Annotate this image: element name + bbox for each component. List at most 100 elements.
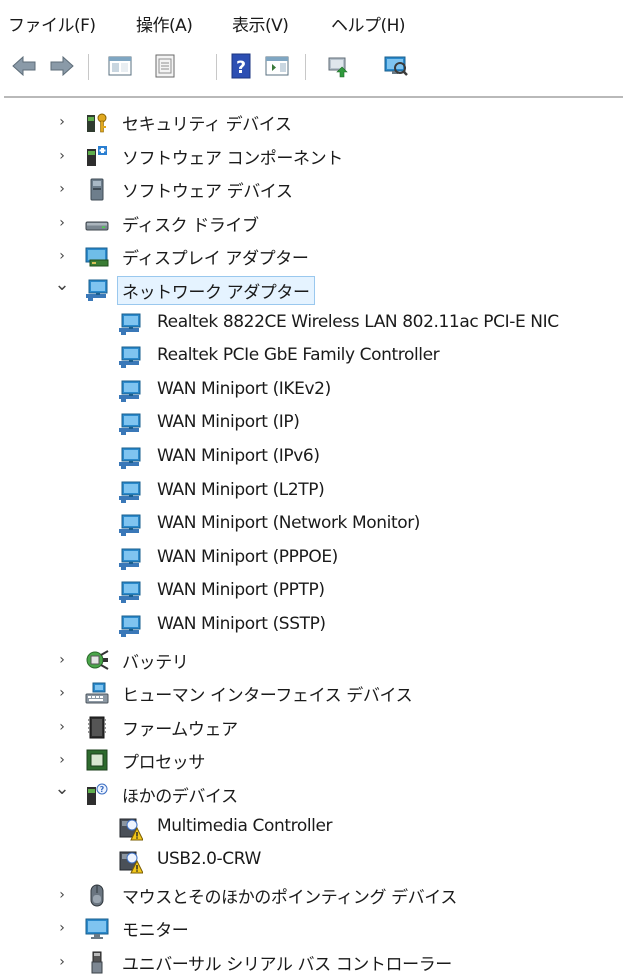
- chevron-right-icon[interactable]: ›: [54, 114, 70, 130]
- network-adapter-icon: [86, 279, 108, 301]
- tree-device[interactable]: USB2.0-CRW: [0, 844, 623, 877]
- chevron-right-icon[interactable]: ›: [54, 719, 70, 735]
- menu-file[interactable]: ファイル(F): [8, 11, 96, 36]
- chevron-right-icon[interactable]: ›: [54, 215, 70, 231]
- tree-device[interactable]: WAN Miniport (PPPOE): [0, 542, 623, 575]
- tree-device[interactable]: Realtek 8822CE Wireless LAN 802.11ac PCI…: [0, 307, 623, 340]
- network-adapter-icon: [119, 514, 141, 537]
- security-device-icon: [87, 113, 107, 133]
- menu-action[interactable]: 操作(A): [136, 11, 193, 36]
- show-action-pane-icon[interactable]: [263, 52, 291, 80]
- tree-device[interactable]: Multimedia Controller: [0, 811, 623, 844]
- tree-item-label: モニター: [122, 921, 189, 942]
- tree-item-label: WAN Miniport (IP): [157, 412, 300, 433]
- tree-category[interactable]: › マウスとそのほかのポインティング デバイス: [0, 878, 623, 911]
- tree-device[interactable]: WAN Miniport (L2TP): [0, 475, 623, 508]
- network-adapter-icon: [119, 615, 141, 637]
- chevron-down-icon[interactable]: ⌄: [54, 780, 70, 798]
- scan-hardware-icon[interactable]: [382, 52, 410, 80]
- chevron-right-icon[interactable]: ›: [54, 181, 70, 197]
- tree-item-label: ネットワーク アダプター: [117, 276, 315, 305]
- tree-category[interactable]: ⌄ ネットワーク アダプター: [0, 273, 623, 306]
- network-adapter-icon: [119, 313, 141, 335]
- tree-item-label: ディスク ドライブ: [122, 215, 259, 236]
- back-icon[interactable]: [10, 52, 38, 80]
- chevron-right-icon[interactable]: ›: [54, 954, 70, 970]
- toolbar-divider: [4, 96, 623, 98]
- tree-category[interactable]: › モニター: [0, 911, 623, 944]
- network-adapter-icon: [119, 548, 141, 570]
- network-adapter-icon: [119, 581, 141, 604]
- menu-view[interactable]: 表示(V): [232, 11, 289, 36]
- tree-category[interactable]: › ディスク ドライブ: [0, 206, 623, 239]
- tree-category[interactable]: › ソフトウェア デバイス: [0, 172, 623, 205]
- tree-item-label: Realtek 8822CE Wireless LAN 802.11ac PCI…: [157, 311, 559, 332]
- mouse-icon: [90, 884, 104, 907]
- tree-device[interactable]: WAN Miniport (IPv6): [0, 441, 623, 474]
- tree-item-label: ファームウェア: [122, 719, 238, 740]
- unknown-device-warning-icon: [119, 851, 143, 874]
- tree-category[interactable]: › セキュリティ デバイス: [0, 105, 623, 138]
- tree-device[interactable]: WAN Miniport (IKEv2): [0, 374, 623, 407]
- monitor-icon: [85, 918, 109, 940]
- update-driver-icon[interactable]: [325, 52, 353, 80]
- chevron-right-icon[interactable]: ›: [54, 752, 70, 768]
- tree-item-label: ほかのデバイス: [122, 787, 238, 807]
- svg-text:?: ?: [236, 58, 246, 78]
- help-icon[interactable]: ?: [228, 52, 256, 80]
- chevron-right-icon[interactable]: ›: [54, 248, 70, 264]
- menu-help[interactable]: ヘルプ(H): [331, 11, 406, 36]
- tree-item-label: USB2.0-CRW: [157, 849, 261, 870]
- tree-device[interactable]: WAN Miniport (Network Monitor): [0, 508, 623, 541]
- other-devices-icon: ?: [87, 783, 108, 805]
- hid-icon: [85, 682, 109, 704]
- show-hide-console-tree-icon[interactable]: [106, 52, 134, 80]
- tree-device[interactable]: WAN Miniport (SSTP): [0, 609, 623, 642]
- tree-category[interactable]: › ユニバーサル シリアル バス コントローラー: [0, 945, 623, 978]
- chevron-right-icon[interactable]: ›: [54, 148, 70, 164]
- software-component-icon: [87, 145, 107, 166]
- tree-item-label: WAN Miniport (L2TP): [157, 479, 325, 500]
- tree-item-label: WAN Miniport (Network Monitor): [157, 513, 421, 534]
- tree-item-label: セキュリティ デバイス: [122, 115, 292, 135]
- tree-category[interactable]: › ヒューマン インターフェイス デバイス: [0, 676, 623, 709]
- tree-item-label: WAN Miniport (IPv6): [157, 446, 320, 466]
- tree-category[interactable]: › ディスプレイ アダプター: [0, 239, 623, 272]
- toolbar: ?: [0, 44, 623, 90]
- processor-icon: [86, 749, 108, 771]
- battery-icon: [86, 649, 109, 670]
- menu-bar: ファイル(F) 操作(A) 表示(V) ヘルプ(H): [0, 0, 623, 44]
- tree-device[interactable]: WAN Miniport (IP): [0, 407, 623, 440]
- tree-item-label: WAN Miniport (PPPOE): [157, 546, 338, 567]
- tree-item-label: マウスとそのほかのポインティング デバイス: [122, 887, 457, 908]
- tree-item-label: ディスプレイ アダプター: [122, 249, 309, 270]
- usb-controller-icon: [91, 951, 103, 974]
- tree-item-label: ソフトウェア コンポーネント: [122, 148, 343, 169]
- chevron-right-icon[interactable]: ›: [54, 652, 70, 668]
- tree-item-label: WAN Miniport (PPTP): [157, 580, 325, 601]
- tree-device[interactable]: Realtek PCIe GbE Family Controller: [0, 340, 623, 373]
- software-device-icon: [90, 178, 104, 201]
- network-adapter-icon: [119, 447, 141, 469]
- tree-device[interactable]: WAN Miniport (PPTP): [0, 575, 623, 608]
- unknown-device-warning-icon: [119, 818, 143, 841]
- tree-category[interactable]: ⌄? ほかのデバイス: [0, 777, 623, 810]
- chevron-right-icon[interactable]: ›: [54, 685, 70, 701]
- properties-icon[interactable]: [151, 52, 179, 80]
- chevron-right-icon[interactable]: ›: [54, 920, 70, 936]
- tree-category[interactable]: › ソフトウェア コンポーネント: [0, 139, 623, 172]
- tree-item-label: ソフトウェア デバイス: [122, 182, 293, 203]
- forward-icon[interactable]: [48, 52, 76, 80]
- chevron-down-icon[interactable]: ⌄: [54, 276, 70, 294]
- tree-item-label: ユニバーサル シリアル バス コントローラー: [122, 955, 452, 975]
- chevron-right-icon[interactable]: ›: [54, 887, 70, 903]
- tree-category[interactable]: › プロセッサ: [0, 743, 623, 776]
- tree-item-label: バッテリ: [122, 652, 189, 673]
- tree-item-label: Multimedia Controller: [157, 815, 333, 836]
- tree-item-label: WAN Miniport (IKEv2): [157, 378, 331, 399]
- tree-category[interactable]: › ファームウェア: [0, 710, 623, 743]
- network-adapter-icon: [119, 380, 141, 402]
- network-adapter-icon: [119, 481, 141, 503]
- tree-category[interactable]: › バッテリ: [0, 643, 623, 676]
- disk-drive-icon: [85, 221, 109, 231]
